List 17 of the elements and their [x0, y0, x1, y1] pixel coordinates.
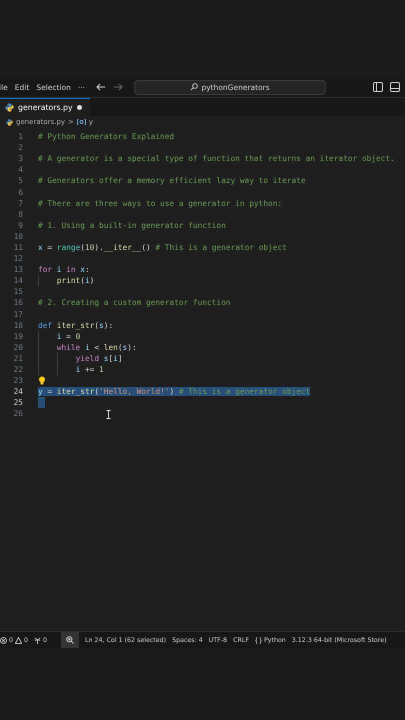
lightbulb-icon[interactable] [38, 376, 46, 386]
python-file-icon [5, 103, 14, 112]
braces-icon [254, 636, 262, 644]
panel-toggle-icon[interactable] [390, 82, 400, 92]
error-icon [0, 636, 7, 644]
zoom-icon [66, 636, 74, 644]
unsaved-dot-icon[interactable] [76, 105, 82, 110]
variable-icon [76, 119, 86, 125]
text-cursor-icon [106, 410, 111, 419]
zoom-button[interactable] [61, 632, 80, 648]
python-file-icon [6, 118, 13, 126]
antenna-icon [34, 636, 42, 644]
warning-icon [15, 636, 22, 644]
forward-arrow-icon[interactable] [113, 83, 124, 91]
back-arrow-icon[interactable] [96, 83, 106, 91]
sidebar-toggle-icon[interactable] [373, 82, 383, 92]
search-icon [190, 83, 198, 91]
